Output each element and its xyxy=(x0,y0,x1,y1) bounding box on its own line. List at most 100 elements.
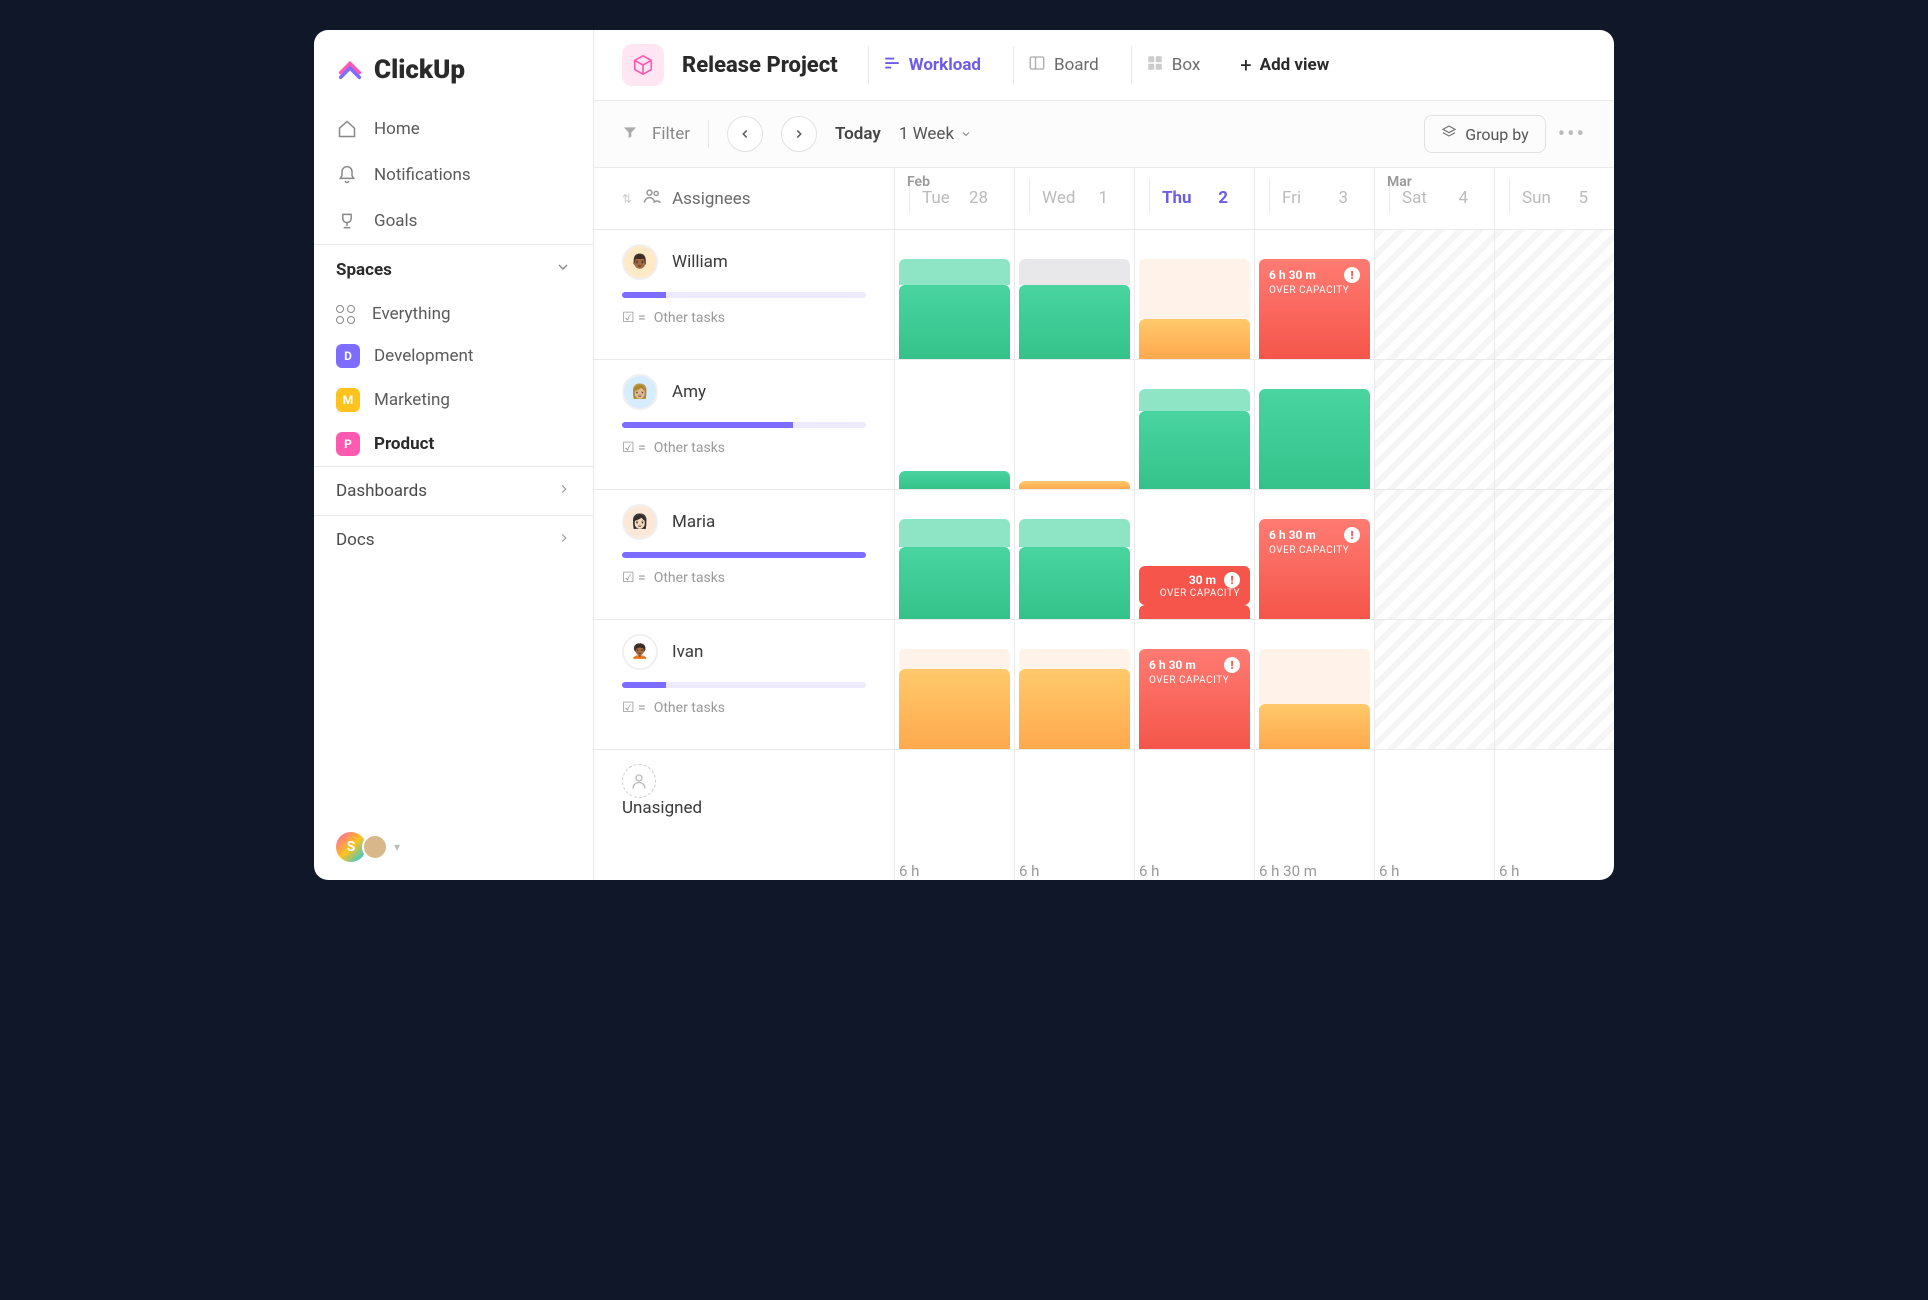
caret-down-icon: ▾ xyxy=(394,840,400,854)
assignee-name: Ivan xyxy=(672,642,703,662)
assignee-row: 🧑🏾‍🦱 Ivan ☑ =Other tasks xyxy=(594,620,894,750)
workload-cell[interactable] xyxy=(1494,230,1614,360)
today-button[interactable]: Today xyxy=(835,124,881,144)
project-icon xyxy=(622,44,664,86)
user-menu[interactable]: S ▾ xyxy=(314,814,593,880)
workload-cell[interactable] xyxy=(1014,490,1134,620)
workload-cell[interactable] xyxy=(1254,360,1374,490)
warning-icon: ! xyxy=(1344,267,1360,283)
avatar: 👩🏻 xyxy=(622,504,658,540)
nav-dashboards[interactable]: Dashboards xyxy=(314,466,593,515)
assignee-name: Amy xyxy=(672,382,706,402)
space-badge: M xyxy=(336,388,360,412)
checklist-icon: ☑ = xyxy=(622,570,646,586)
day-header: Wed1 xyxy=(1029,178,1120,214)
workload-cell[interactable] xyxy=(1134,360,1254,490)
workload-cell[interactable] xyxy=(1014,360,1134,490)
group-by-button[interactable]: Group by xyxy=(1424,115,1546,153)
range-dropdown[interactable]: 1 Week xyxy=(899,124,972,144)
capacity-bar xyxy=(622,422,866,428)
unassigned-label: Unasigned xyxy=(622,798,702,818)
workload-cell[interactable] xyxy=(1374,490,1494,620)
workload-cell[interactable] xyxy=(1374,360,1494,490)
view-box[interactable]: Box xyxy=(1131,46,1215,84)
other-tasks-toggle[interactable]: ☑ =Other tasks xyxy=(622,700,866,716)
everything-icon xyxy=(336,305,358,324)
checklist-icon: ☑ = xyxy=(622,440,646,456)
workload-cell[interactable] xyxy=(894,490,1014,620)
other-tasks-toggle[interactable]: ☑ =Other tasks xyxy=(622,310,866,326)
spaces-header[interactable]: Spaces xyxy=(314,244,593,294)
month-label: Mar xyxy=(1387,174,1412,190)
unassigned-icon xyxy=(622,764,656,798)
footer-cell: 6 h xyxy=(1014,750,1134,880)
space-development[interactable]: D Development xyxy=(314,334,593,378)
other-tasks-toggle[interactable]: ☑ =Other tasks xyxy=(622,440,866,456)
workload-cell[interactable]: 6 h 30 m!OVER CAPACITY xyxy=(1254,230,1374,360)
workload-cell[interactable]: 6 h 30 m!OVER CAPACITY xyxy=(1254,490,1374,620)
layers-icon xyxy=(1441,124,1457,144)
chevron-down-icon xyxy=(555,259,571,280)
prev-button[interactable] xyxy=(727,116,763,152)
workload-cell[interactable] xyxy=(1254,620,1374,750)
checklist-icon: ☑ = xyxy=(622,700,646,716)
workload-grid: ⇅ Assignees FebTue28 Wed1 Thu2 Fri3 MarS… xyxy=(594,168,1614,880)
avatar: 👨🏾 xyxy=(622,244,658,280)
brand-logo[interactable]: ClickUp xyxy=(314,30,593,106)
assignee-name: Maria xyxy=(672,512,715,532)
box-icon xyxy=(1146,54,1164,77)
day-header: Sun5 xyxy=(1509,178,1600,214)
workload-cell[interactable]: 6 h 30 m!OVER CAPACITY xyxy=(1134,620,1254,750)
workload-cell[interactable] xyxy=(1014,620,1134,750)
workload-cell[interactable] xyxy=(1494,490,1614,620)
capacity-bar xyxy=(622,552,866,558)
workload-cell[interactable]: 30 m!OVER CAPACITY xyxy=(1134,490,1254,620)
view-board[interactable]: Board xyxy=(1013,46,1113,84)
brand-name: ClickUp xyxy=(374,55,465,85)
nav-docs[interactable]: Docs xyxy=(314,515,593,564)
unassigned-row: Unasigned xyxy=(594,750,894,880)
space-product[interactable]: P Product xyxy=(314,422,593,466)
capacity-bar xyxy=(622,682,866,688)
workload-cell[interactable] xyxy=(1494,620,1614,750)
assignee-row: 👩🏼 Amy ☑ =Other tasks xyxy=(594,360,894,490)
next-button[interactable] xyxy=(781,116,817,152)
nav-notifications[interactable]: Notifications xyxy=(314,152,593,198)
home-icon xyxy=(336,118,358,140)
space-everything[interactable]: Everything xyxy=(314,294,593,334)
other-tasks-toggle[interactable]: ☑ =Other tasks xyxy=(622,570,866,586)
footer-cell: 6 h xyxy=(1374,750,1494,880)
nav-goals[interactable]: Goals xyxy=(314,198,593,244)
workload-cell[interactable] xyxy=(1014,230,1134,360)
footer-cell: 6 h xyxy=(1494,750,1614,880)
add-view-button[interactable]: + Add view xyxy=(1240,53,1329,77)
chevron-right-icon xyxy=(557,481,571,501)
space-badge: D xyxy=(336,344,360,368)
board-icon xyxy=(1028,54,1046,77)
people-icon xyxy=(642,186,662,211)
assignees-column-header[interactable]: ⇅ Assignees xyxy=(594,168,894,230)
workload-cell[interactable] xyxy=(894,230,1014,360)
warning-icon: ! xyxy=(1344,527,1360,543)
trophy-icon xyxy=(336,210,358,232)
chevron-right-icon xyxy=(557,530,571,550)
workload-cell[interactable] xyxy=(1134,230,1254,360)
workload-cell[interactable] xyxy=(894,620,1014,750)
avatar: 👩🏼 xyxy=(622,374,658,410)
footer-cell: 6 h xyxy=(1134,750,1254,880)
more-menu[interactable]: ••• xyxy=(1558,122,1586,147)
assignee-row: 👨🏾William ☑ =Other tasks xyxy=(594,230,894,360)
space-marketing[interactable]: M Marketing xyxy=(314,378,593,422)
filter-button[interactable]: Filter xyxy=(652,124,690,144)
nav-home[interactable]: Home xyxy=(314,106,593,152)
workload-cell[interactable] xyxy=(894,360,1014,490)
avatar: 🧑🏾‍🦱 xyxy=(622,634,658,670)
warning-icon: ! xyxy=(1224,572,1240,588)
avatar xyxy=(362,834,388,860)
workload-cell[interactable] xyxy=(1374,230,1494,360)
warning-icon: ! xyxy=(1224,657,1240,673)
view-workload[interactable]: Workload xyxy=(868,46,995,84)
workload-cell[interactable] xyxy=(1494,360,1614,490)
toolbar: Filter Today 1 Week Group by ••• xyxy=(594,101,1614,168)
workload-cell[interactable] xyxy=(1374,620,1494,750)
